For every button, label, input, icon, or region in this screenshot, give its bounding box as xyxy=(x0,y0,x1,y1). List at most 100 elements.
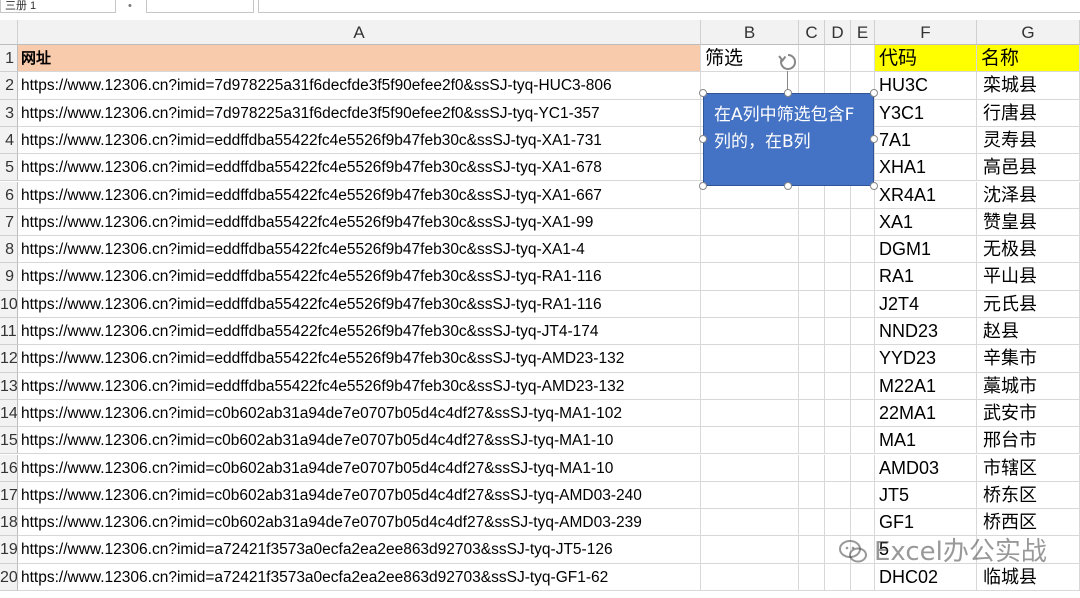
cell-c[interactable] xyxy=(799,399,825,428)
cell-d[interactable] xyxy=(825,263,851,291)
name-cell[interactable]: 赞皇县 xyxy=(977,208,1080,237)
name-cell[interactable]: 武安市 xyxy=(977,399,1080,428)
url-cell[interactable]: https://www.12306.cn?imid=7d978225a31f6d… xyxy=(18,99,701,127)
cell-c[interactable] xyxy=(799,236,825,264)
formula-input[interactable] xyxy=(258,0,1080,13)
code-cell[interactable]: M22A1 xyxy=(875,372,977,400)
cell-c[interactable] xyxy=(799,509,825,537)
row-header[interactable]: 14 xyxy=(0,399,18,428)
cell-c[interactable] xyxy=(799,345,825,373)
name-cell[interactable]: 辛集市 xyxy=(977,345,1080,373)
code-cell[interactable]: XHA1 xyxy=(875,154,977,182)
column-header-g[interactable]: G xyxy=(977,20,1080,45)
cell-g1[interactable]: 名称 xyxy=(977,45,1080,73)
code-cell[interactable]: HU3C xyxy=(875,72,977,100)
filter-cell[interactable] xyxy=(701,536,799,564)
filter-cell[interactable] xyxy=(701,454,799,482)
url-cell[interactable]: https://www.12306.cn?imid=c0b602ab31a94d… xyxy=(18,399,701,428)
cell-c[interactable] xyxy=(799,481,825,510)
name-cell[interactable]: 沈泽县 xyxy=(977,181,1080,209)
name-cell[interactable]: 邢台市 xyxy=(977,427,1080,455)
column-header-d[interactable]: D xyxy=(825,20,851,45)
code-cell[interactable]: AMD03 xyxy=(875,454,977,482)
url-cell[interactable]: https://www.12306.cn?imid=eddffdba55422f… xyxy=(18,154,701,182)
filter-cell[interactable] xyxy=(701,399,799,428)
cell-c[interactable] xyxy=(799,372,825,400)
cell-d[interactable] xyxy=(825,427,851,455)
column-header-b[interactable]: B xyxy=(701,20,799,45)
cell-d[interactable] xyxy=(825,345,851,373)
url-cell[interactable]: https://www.12306.cn?imid=eddffdba55422f… xyxy=(18,126,701,155)
url-cell[interactable]: https://www.12306.cn?imid=7d978225a31f6d… xyxy=(18,72,701,100)
code-cell[interactable]: Y3C1 xyxy=(875,99,977,127)
function-box[interactable] xyxy=(146,0,254,13)
cell-c[interactable] xyxy=(799,208,825,237)
row-header[interactable]: 19 xyxy=(0,536,18,564)
code-cell[interactable]: DGM1 xyxy=(875,236,977,264)
cell-e[interactable] xyxy=(851,454,875,482)
url-cell[interactable]: https://www.12306.cn?imid=eddffdba55422f… xyxy=(18,236,701,264)
filter-cell[interactable] xyxy=(701,427,799,455)
column-header-c[interactable]: C xyxy=(799,20,825,45)
resize-handle-l[interactable] xyxy=(699,135,707,143)
cell-c[interactable] xyxy=(799,263,825,291)
resize-handle-t[interactable] xyxy=(784,89,792,97)
url-cell[interactable]: https://www.12306.cn?imid=eddffdba55422f… xyxy=(18,181,701,209)
name-cell[interactable]: 灵寿县 xyxy=(977,126,1080,155)
column-header-f[interactable]: F xyxy=(875,20,977,45)
row-header[interactable]: 3 xyxy=(0,99,18,127)
row-header[interactable]: 13 xyxy=(0,372,18,400)
name-box[interactable]: 三册 1 xyxy=(0,0,116,13)
code-cell[interactable]: MA1 xyxy=(875,427,977,455)
cell-e[interactable] xyxy=(851,427,875,455)
cell-d[interactable] xyxy=(825,481,851,510)
cell-e[interactable] xyxy=(851,236,875,264)
filter-cell[interactable] xyxy=(701,290,799,318)
cell-d[interactable] xyxy=(825,208,851,237)
cell-c[interactable] xyxy=(799,290,825,318)
code-cell[interactable]: RA1 xyxy=(875,263,977,291)
filter-cell[interactable] xyxy=(701,208,799,237)
cell-e[interactable] xyxy=(851,372,875,400)
cell-e[interactable] xyxy=(851,345,875,373)
name-cell[interactable]: 元氏县 xyxy=(977,290,1080,318)
url-cell[interactable]: https://www.12306.cn?imid=eddffdba55422f… xyxy=(18,263,701,291)
code-cell[interactable]: XR4A1 xyxy=(875,181,977,209)
cell-e[interactable] xyxy=(851,208,875,237)
url-cell[interactable]: https://www.12306.cn?imid=eddffdba55422f… xyxy=(18,318,701,346)
code-cell[interactable]: XA1 xyxy=(875,208,977,237)
name-cell[interactable]: 赵县 xyxy=(977,318,1080,346)
cell-a1[interactable]: 网址 xyxy=(18,45,701,73)
cell-d[interactable] xyxy=(825,290,851,318)
url-cell[interactable]: https://www.12306.cn?imid=eddffdba55422f… xyxy=(18,345,701,373)
filter-cell[interactable] xyxy=(701,509,799,537)
filter-cell[interactable] xyxy=(701,563,799,591)
text-box-shape[interactable]: 在A列中筛选包含F列的，在B列 xyxy=(698,53,880,192)
cell-f1[interactable]: 代码 xyxy=(875,45,977,73)
name-cell[interactable]: 平山县 xyxy=(977,263,1080,291)
url-cell[interactable]: https://www.12306.cn?imid=c0b602ab31a94d… xyxy=(18,427,701,455)
name-cell[interactable]: 市辖区 xyxy=(977,454,1080,482)
cell-d[interactable] xyxy=(825,236,851,264)
cell-d[interactable] xyxy=(825,454,851,482)
name-cell[interactable]: 栾城县 xyxy=(977,72,1080,100)
row-header[interactable]: 15 xyxy=(0,427,18,455)
cell-c[interactable] xyxy=(799,318,825,346)
url-cell[interactable]: https://www.12306.cn?imid=c0b602ab31a94d… xyxy=(18,481,701,510)
cell-d[interactable] xyxy=(825,318,851,346)
name-cell[interactable]: 桥东区 xyxy=(977,481,1080,510)
resize-handle-tl[interactable] xyxy=(699,89,707,97)
cell-c[interactable] xyxy=(799,536,825,564)
name-cell[interactable]: 无极县 xyxy=(977,236,1080,264)
row-header[interactable]: 18 xyxy=(0,509,18,537)
row-header[interactable]: 6 xyxy=(0,181,18,209)
url-cell[interactable]: https://www.12306.cn?imid=c0b602ab31a94d… xyxy=(18,509,701,537)
cell-e[interactable] xyxy=(851,318,875,346)
column-header-a[interactable]: A xyxy=(18,20,701,45)
code-cell[interactable]: NND23 xyxy=(875,318,977,346)
code-cell[interactable]: 22MA1 xyxy=(875,399,977,428)
filter-cell[interactable] xyxy=(701,318,799,346)
row-header[interactable]: 5 xyxy=(0,154,18,182)
row-header[interactable]: 7 xyxy=(0,208,18,237)
code-cell[interactable]: 7A1 xyxy=(875,126,977,155)
